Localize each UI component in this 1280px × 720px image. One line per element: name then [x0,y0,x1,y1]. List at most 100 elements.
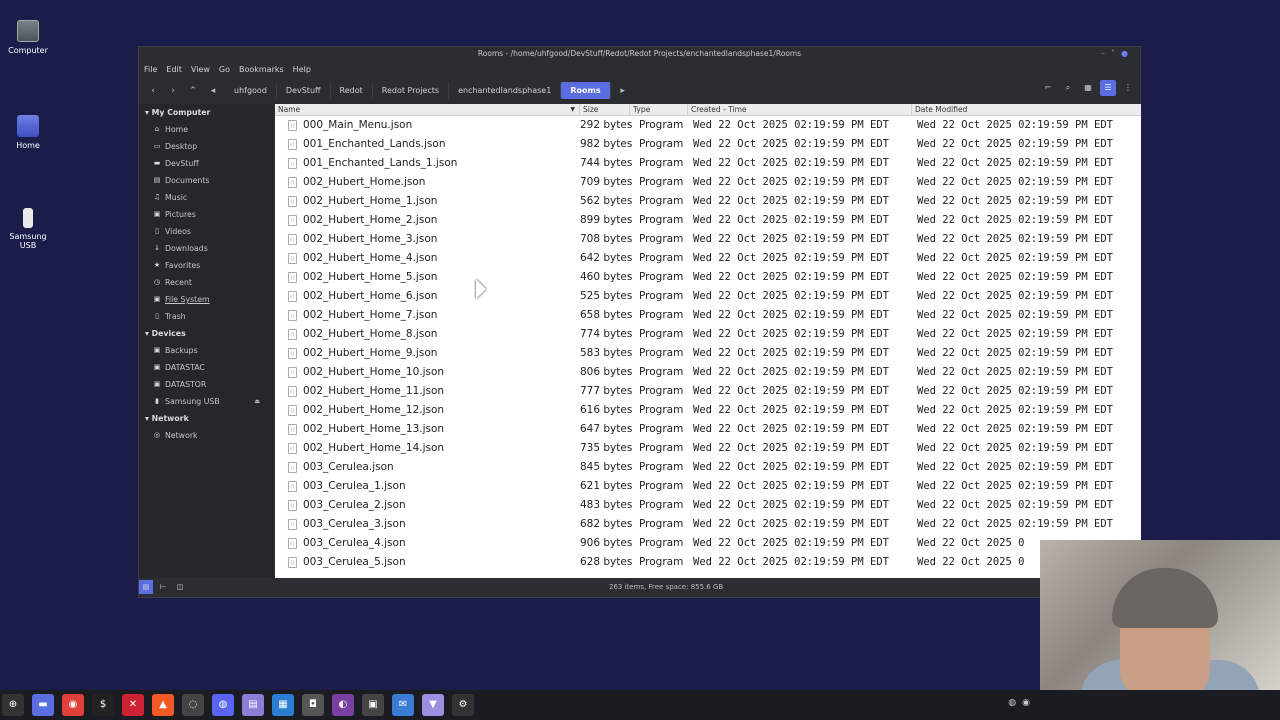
minimize-icon[interactable]: – [1101,49,1111,58]
forward-icon[interactable]: › [165,86,181,96]
column-modified[interactable]: Date Modified [912,104,1141,115]
table-row[interactable]: {} 002_Hubert_Home_10.json 806 bytes Progra… [275,363,1141,382]
table-row[interactable]: {} 003_Cerulea_5.json 628 bytes Program Wed … [275,553,1141,572]
sidebar-item-file-system[interactable]: ▣ File System [139,291,274,308]
github-icon[interactable]: ◐ [332,694,354,716]
desktop-icon-home[interactable]: Home [0,115,56,150]
sidebar-item-home[interactable]: ⌂ Home [139,121,274,138]
sidebar-item-videos[interactable]: ▯ Videos [139,223,274,240]
list-view-icon[interactable]: ☰ [1100,80,1116,96]
places-toggle-icon[interactable]: ▤ [139,580,153,594]
discord-icon[interactable]: ◍ [212,694,234,716]
terminal-toggle-icon[interactable]: ⌐ [1040,80,1056,96]
mail-icon[interactable]: ✉ [392,694,414,716]
terminal-icon[interactable]: $ [92,694,114,716]
table-row[interactable]: {} 002_Hubert_Home_4.json 642 bytes Program… [275,249,1141,268]
app-icon[interactable]: ✕ [122,694,144,716]
app3-icon[interactable]: ⚙ [452,694,474,716]
search-icon[interactable]: ⌕ [1060,80,1076,96]
sidebar-item-trash[interactable]: ▯ Trash [139,308,274,325]
notes-icon[interactable]: ▤ [242,694,264,716]
crumb-home[interactable]: uhfgood [225,82,277,99]
table-row[interactable]: {} 001_Enchanted_Lands_1.json 744 bytes Pro… [275,154,1141,173]
table-row[interactable]: {} 003_Cerulea_3.json 682 bytes Program Wed … [275,515,1141,534]
table-row[interactable]: {} 002_Hubert_Home_7.json 658 bytes Program… [275,306,1141,325]
column-name[interactable]: Name ▼ [275,104,580,115]
table-row[interactable]: {} 001_Enchanted_Lands.json 982 bytes Progr… [275,135,1141,154]
window-titlebar[interactable]: Rooms - /home/uhfgood/DevStuff/Redot/Red… [139,47,1140,61]
screenshot-icon[interactable]: ◘ [302,694,324,716]
crumb-enchantedlandsphase1[interactable]: enchantedlandsphase1 [449,82,562,99]
hide-sidebar-icon[interactable]: ◫ [173,580,187,594]
table-row[interactable]: {} 002_Hubert_Home_3.json 708 bytes Program… [275,230,1141,249]
sidebar-section-network[interactable]: ▾ Network [139,410,274,427]
sidebar-item-datastor[interactable]: ▣ DATASTOR [139,376,274,393]
table-row[interactable]: {} 002_Hubert_Home.json 709 bytes Program We… [275,173,1141,192]
menu-icon[interactable]: ⊕ [2,694,24,716]
breadcrumb-right-icon[interactable]: ▸ [615,86,631,96]
close-icon[interactable]: ● [1121,49,1134,58]
menu-help[interactable]: Help [293,65,311,74]
breadcrumb-left-icon[interactable]: ◂ [205,86,221,96]
column-created[interactable]: Created - Time [688,104,912,115]
menu-go[interactable]: Go [219,65,230,74]
sidebar-item-recent[interactable]: ◷ Recent [139,274,274,291]
sidebar-item-samsung-usb[interactable]: ▮ Samsung USB ⏏ [139,393,274,410]
tree-toggle-icon[interactable]: ⊢ [156,580,170,594]
sidebar-section-devices[interactable]: ▾ Devices [139,325,274,342]
sidebar-item-backups[interactable]: ▣ Backups [139,342,274,359]
table-row[interactable]: {} 003_Cerulea_2.json 483 bytes Program Wed … [275,496,1141,515]
table-row[interactable]: {} 002_Hubert_Home_13.json 647 bytes Progra… [275,420,1141,439]
column-type[interactable]: Type [630,104,688,115]
table-row[interactable]: {} 002_Hubert_Home_12.json 616 bytes Progra… [275,401,1141,420]
table-row[interactable]: {} 002_Hubert_Home_14.json 735 bytes Progra… [275,439,1141,458]
crumb-rooms[interactable]: Rooms [561,82,611,99]
back-icon[interactable]: ‹ [145,86,161,96]
crumb-redot[interactable]: Redot [331,82,373,99]
sidebar-item-documents[interactable]: ▤ Documents [139,172,274,189]
table-row[interactable]: {} 002_Hubert_Home_6.json 525 bytes Program… [275,287,1141,306]
sidebar-item-downloads[interactable]: ↓ Downloads [139,240,274,257]
sidebar-item-pictures[interactable]: ▣ Pictures [139,206,274,223]
desktop-icon-computer[interactable]: Computer [0,20,56,55]
crumb-redot-projects[interactable]: Redot Projects [373,82,450,99]
column-size[interactable]: Size [580,104,630,115]
editor-icon[interactable]: ▦ [272,694,294,716]
table-row[interactable]: {} 002_Hubert_Home_9.json 583 bytes Program… [275,344,1141,363]
sidebar-item-network[interactable]: ◎ Network [139,427,274,444]
table-row[interactable]: {} 003_Cerulea_1.json 621 bytes Program Wed … [275,477,1141,496]
icon-view-icon[interactable]: ▦ [1080,80,1096,96]
sidebar-item-datastac[interactable]: ▣ DATASTAC [139,359,274,376]
menu-file[interactable]: File [144,65,157,74]
table-row[interactable]: {} 002_Hubert_Home_1.json 562 bytes Program… [275,192,1141,211]
compact-view-icon[interactable]: ⋮ [1120,80,1136,96]
up-icon[interactable]: ⌃ [185,86,201,96]
menu-bookmarks[interactable]: Bookmarks [239,65,284,74]
vivaldi-icon[interactable]: ◉ [62,694,84,716]
eject-icon[interactable]: ⏏ [254,393,260,410]
table-row[interactable]: {} 002_Hubert_Home_11.json 777 bytes Progra… [275,382,1141,401]
table-row[interactable]: {} 003_Cerulea.json 845 bytes Program Wed 22… [275,458,1141,477]
table-row[interactable]: {} 003_Cerulea_4.json 906 bytes Program Wed … [275,534,1141,553]
sidebar-item-desktop[interactable]: ▭ Desktop [139,138,274,155]
menu-view[interactable]: View [191,65,210,74]
calc-icon[interactable]: ▣ [362,694,384,716]
sidebar-item-devstuff[interactable]: ▬ DevStuff [139,155,274,172]
table-row[interactable]: {} 000_Main_Menu.json 292 bytes Program Wed … [275,116,1141,135]
chromium-icon[interactable]: ◌ [182,694,204,716]
maximize-icon[interactable]: ˄ [1111,49,1121,58]
table-row[interactable]: {} 002_Hubert_Home_5.json 460 bytes Program… [275,268,1141,287]
table-row[interactable]: {} 002_Hubert_Home_2.json 899 bytes Program… [275,211,1141,230]
files-icon[interactable]: ▬ [32,694,54,716]
sidebar-section-my-computer[interactable]: ▾ My Computer [139,104,274,121]
sidebar-item-favorites[interactable]: ★ Favorites [139,257,274,274]
sidebar-item-music[interactable]: ♫ Music [139,189,274,206]
update-tray-icon[interactable]: ◉ [1022,698,1030,708]
desktop-icon-samsung-usb[interactable]: Samsung USB [0,208,56,250]
crumb-devstuff[interactable]: DevStuff [277,82,331,99]
discord-tray-icon[interactable]: ◍ [1008,698,1016,708]
table-row[interactable]: {} 002_Hubert_Home_8.json 774 bytes Program… [275,325,1141,344]
app2-icon[interactable]: ▼ [422,694,444,716]
menu-edit[interactable]: Edit [166,65,182,74]
brave-icon[interactable]: ▲ [152,694,174,716]
